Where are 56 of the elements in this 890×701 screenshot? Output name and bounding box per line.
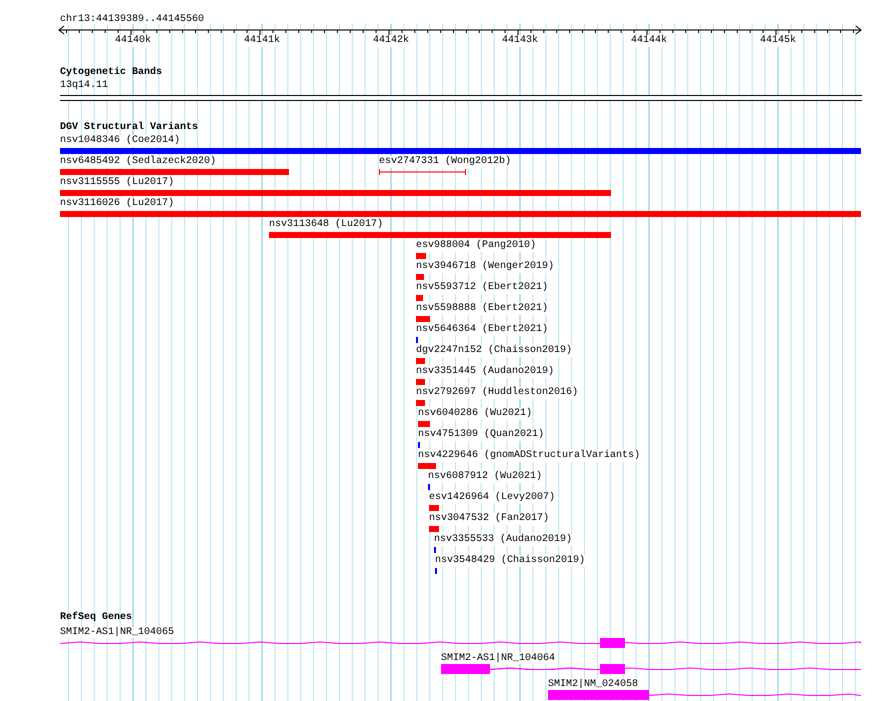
variant-label[interactable]: nsv3355533 (Audano2019)	[434, 534, 572, 546]
variant-label[interactable]: dgv2247n152 (Chaisson2019)	[416, 345, 572, 357]
variant-bar[interactable]	[60, 211, 861, 217]
variant-label[interactable]: esv988004 (Pang2010)	[416, 240, 536, 252]
variant-label[interactable]: nsv3113648 (Lu2017)	[269, 219, 384, 231]
gene-label[interactable]: SMIM2-AS1|NR_104065	[60, 627, 174, 638]
variant-bar[interactable]	[429, 505, 439, 511]
variant-label[interactable]: nsv5593712 (Ebert2021)	[416, 282, 548, 294]
variant-bar[interactable]	[416, 400, 425, 406]
variant-label[interactable]: nsv4751309 (Quan2021)	[418, 429, 544, 441]
tick-label: 44142k	[371, 35, 411, 47]
transcript-drawing[interactable]	[60, 638, 862, 648]
location-label: chr13:44139389..44145560	[60, 14, 204, 26]
variant-label[interactable]: nsv3047532 (Fan2017)	[429, 513, 550, 525]
transcript-drawing[interactable]	[441, 664, 862, 674]
variant-label[interactable]: nsv6040286 (Wu2021)	[418, 408, 532, 420]
variant-span[interactable]	[379, 169, 466, 175]
tick-label: 44143k	[500, 35, 540, 47]
variant-bar[interactable]	[418, 421, 430, 427]
tick-label: 44141k	[242, 35, 282, 47]
variant-label[interactable]: nsv3351445 (Audano2019)	[416, 366, 554, 378]
variant-label[interactable]: nsv6485492 (Sedlazeck2020)	[60, 156, 216, 168]
track-title: DGV Structural Variants	[60, 122, 200, 134]
variant-bar[interactable]	[416, 274, 424, 280]
variant-label[interactable]: esv2747331 (Wong2012b)	[379, 156, 512, 168]
variant-bar[interactable]	[429, 526, 439, 532]
variant-bar[interactable]	[416, 253, 426, 259]
track-title: RefSeq Genes	[60, 612, 134, 624]
variant-bar[interactable]	[416, 295, 423, 301]
variant-bar[interactable]	[416, 379, 425, 385]
variant-label[interactable]: nsv3115555 (Lu2017)	[60, 177, 174, 189]
track-title: Cytogenetic Bands	[60, 67, 164, 79]
gene-label[interactable]: SMIM2-AS1|NR_104064	[441, 653, 556, 664]
variant-label[interactable]: nsv5598888 (Ebert2021)	[416, 303, 548, 315]
variant-bar[interactable]	[418, 463, 436, 469]
variant-label[interactable]: nsv4229646 (gnomADStructuralVariants)	[418, 450, 640, 462]
transcript-drawing[interactable]	[548, 690, 862, 700]
gene-label[interactable]: SMIM2|NM_024058	[548, 679, 638, 690]
band-label: 13q14.11	[60, 80, 110, 92]
variant-label[interactable]: nsv6087912 (Wu2021)	[428, 471, 542, 483]
variant-label[interactable]: esv1426964 (Levy2007)	[429, 492, 556, 504]
variant-bar[interactable]	[416, 316, 430, 322]
variant-bar[interactable]	[269, 232, 611, 238]
tick-label: 44140k	[113, 35, 153, 47]
variant-label[interactable]: nsv3548429 (Chaisson2019)	[435, 555, 586, 567]
tick-label: 44145k	[758, 35, 798, 47]
variant-bar[interactable]	[416, 358, 425, 364]
variant-bar[interactable]	[60, 190, 611, 196]
variant-label[interactable]: nsv1048346 (Coe2014)	[60, 135, 180, 147]
tick-label: 44144k	[629, 35, 669, 47]
variant-bar[interactable]	[60, 169, 289, 175]
variant-label[interactable]: nsv3946718 (Wenger2019)	[416, 261, 554, 273]
variant-label[interactable]: nsv3116026 (Lu2017)	[60, 198, 174, 210]
variant-label[interactable]: nsv2792697 (Huddleston2016)	[416, 387, 578, 399]
variant-bar[interactable]	[60, 148, 861, 154]
variant-label[interactable]: nsv5646364 (Ebert2021)	[416, 324, 548, 336]
